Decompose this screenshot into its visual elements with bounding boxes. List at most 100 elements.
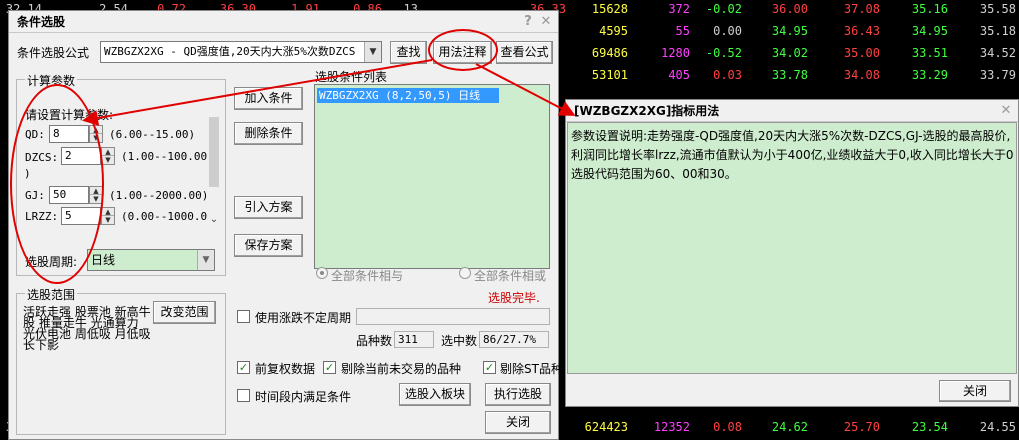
- param-range-qd: (6.00--15.00): [109, 128, 196, 141]
- stock-cell: 33.79: [979, 68, 1016, 82]
- stock-cell: 0.00: [713, 24, 742, 38]
- dialog-title: 条件选股: [17, 15, 66, 29]
- scroll-thumb[interactable]: [209, 117, 219, 187]
- period-chevron-icon[interactable]: ▼: [197, 250, 214, 270]
- delete-condition-button[interactable]: 删除条件: [234, 122, 303, 145]
- stock-cell: 34.95: [911, 24, 948, 38]
- param-range-gj: (1.00--2000.00): [109, 189, 209, 202]
- usage-text: 参数设置说明:走势强度-QD强度值,20天内大涨5%次数-DZCS,GJ-选股的…: [571, 129, 1014, 181]
- count-label: 品种数: [356, 334, 393, 348]
- range-text: 活跃走强 股票池 新高牛股 推量走牛 光通算力 光伏电池 周低吸 月低吸 长下影: [23, 305, 151, 352]
- stock-cell: 34.52: [979, 46, 1016, 60]
- stock-cell: -0.52: [705, 46, 742, 60]
- stock-cell: 1280: [661, 46, 690, 60]
- stock-cell: 23.54: [911, 420, 948, 434]
- to-board-button[interactable]: 选股入板块: [399, 383, 471, 406]
- exclude-untraded-checkbox[interactable]: ✓: [323, 361, 336, 374]
- stock-cell: 33.78: [771, 68, 808, 82]
- stock-cell: 372: [668, 2, 690, 16]
- scroll-down-icon[interactable]: ⌄: [207, 213, 221, 227]
- exclude-untraded-label: 剔除当前未交易的品种: [341, 362, 462, 376]
- variable-period-label: 使用涨跌不定周期: [255, 311, 352, 325]
- stock-cell: 35.58: [979, 2, 1016, 16]
- stock-cell: 35.00: [843, 46, 880, 60]
- exclude-st-label: 剔除ST品种: [500, 362, 563, 376]
- variable-period-checkbox[interactable]: [237, 310, 250, 323]
- usage-dialog: [WZBGZX2XG]指标用法 ✕ 参数设置说明:走势强度-QD强度值,20天内…: [565, 99, 1019, 407]
- stock-cell: 34.08: [843, 68, 880, 82]
- condition-list-item[interactable]: WZBGZX2XG (8,2,50,5) 日线: [317, 88, 499, 103]
- condition-list-label: 选股条件列表: [315, 70, 388, 84]
- prefq-checkbox[interactable]: ✓: [237, 361, 250, 374]
- radio-or[interactable]: [459, 267, 471, 279]
- stock-cell: 36.43: [843, 24, 880, 38]
- stock-cell: 37.08: [843, 2, 880, 16]
- usage-content: 参数设置说明:走势强度-QD强度值,20天内大涨5%次数-DZCS,GJ-选股的…: [567, 122, 1017, 374]
- condition-list[interactable]: WZBGZX2XG (8,2,50,5) 日线: [314, 84, 550, 269]
- stock-cell: 55: [675, 24, 690, 38]
- stock-cell: 25.70: [843, 420, 880, 434]
- find-button[interactable]: 查找: [390, 41, 427, 64]
- annotation-ellipse-usage-button: [428, 29, 498, 71]
- stock-cell: 15628: [591, 2, 628, 16]
- import-plan-button[interactable]: 引入方案: [234, 196, 303, 219]
- help-icon[interactable]: ?: [520, 14, 536, 30]
- add-condition-button[interactable]: 加入条件: [234, 87, 303, 110]
- stock-cell: 0.08: [713, 420, 742, 434]
- close-icon[interactable]: ✕: [538, 14, 554, 30]
- param-spinner-dzcs[interactable]: ▲ ▼: [101, 147, 115, 165]
- usage-close-icon[interactable]: ✕: [998, 103, 1014, 119]
- count-value: 311: [398, 333, 418, 346]
- status-text: 选股完毕.: [488, 291, 540, 305]
- stock-cell: 34.95: [771, 24, 808, 38]
- save-plan-button[interactable]: 保存方案: [234, 234, 303, 257]
- period-select[interactable]: 日线: [87, 249, 215, 271]
- stock-cell: 33.29: [911, 68, 948, 82]
- radio-and-label: 全部条件相与: [331, 269, 404, 283]
- stock-cell: 35.18: [979, 24, 1016, 38]
- stock-cell: 24.62: [771, 420, 808, 434]
- chevron-down-icon[interactable]: ▼: [364, 42, 381, 62]
- time-period-label: 时间段内满足条件: [255, 390, 352, 404]
- params-scrollbar[interactable]: ⌄: [207, 115, 221, 227]
- usage-title: [WZBGZX2XG]指标用法: [574, 104, 720, 118]
- variable-period-field[interactable]: [356, 308, 550, 325]
- stock-cell: 34.02: [771, 46, 808, 60]
- param-spinner-lrzz[interactable]: ▲ ▼: [101, 207, 115, 225]
- close-button[interactable]: 关闭: [485, 411, 551, 434]
- view-formula-button[interactable]: 查看公式: [496, 41, 553, 64]
- range-legend: 选股范围: [25, 286, 78, 303]
- usage-close-button[interactable]: 关闭: [939, 380, 1011, 402]
- usage-titlebar: [WZBGZX2XG]指标用法 ✕: [566, 100, 1018, 122]
- formula-label: 条件选股公式: [17, 46, 90, 60]
- stock-cell: 36.00: [771, 2, 808, 16]
- selected-value: 86/27.7%: [483, 333, 536, 346]
- stock-cell: 53101: [591, 68, 628, 82]
- param-range-lrzz: (0.00--1000.0: [121, 210, 208, 223]
- change-range-button[interactable]: 改变范围: [153, 301, 216, 324]
- radio-and[interactable]: [316, 267, 328, 279]
- param-range-dzcs: (1.00--100.00: [121, 150, 208, 163]
- time-period-checkbox[interactable]: [237, 389, 250, 402]
- stock-cell: 0.03: [713, 68, 742, 82]
- period-select-value: 日线: [91, 253, 116, 267]
- prefq-label: 前复权数据: [255, 362, 316, 376]
- stock-cell: 24.55: [979, 420, 1016, 434]
- formula-select-value: WZBGZX2XG - QD强度值,20天内大涨5%次数DZCS: [104, 45, 356, 58]
- stock-cell: 35.16: [911, 2, 948, 16]
- exclude-st-checkbox[interactable]: ✓: [483, 361, 496, 374]
- stock-cell: 69486: [591, 46, 628, 60]
- selected-label: 选中数: [441, 334, 478, 348]
- stock-cell: 405: [668, 68, 690, 82]
- radio-or-label: 全部条件相或: [474, 269, 547, 283]
- count-field: 311: [394, 331, 434, 348]
- formula-select[interactable]: WZBGZX2XG - QD强度值,20天内大涨5%次数DZCS: [100, 41, 382, 63]
- selected-field: 86/27.7%: [479, 331, 549, 348]
- stock-cell: 4595: [599, 24, 628, 38]
- stock-cell: -0.02: [705, 2, 742, 16]
- stock-cell: 12352: [653, 420, 690, 434]
- execute-button[interactable]: 执行选股: [485, 383, 551, 406]
- stock-cell: 624423: [584, 420, 628, 434]
- annotation-ellipse-params: [10, 84, 104, 284]
- stock-cell: 33.51: [911, 46, 948, 60]
